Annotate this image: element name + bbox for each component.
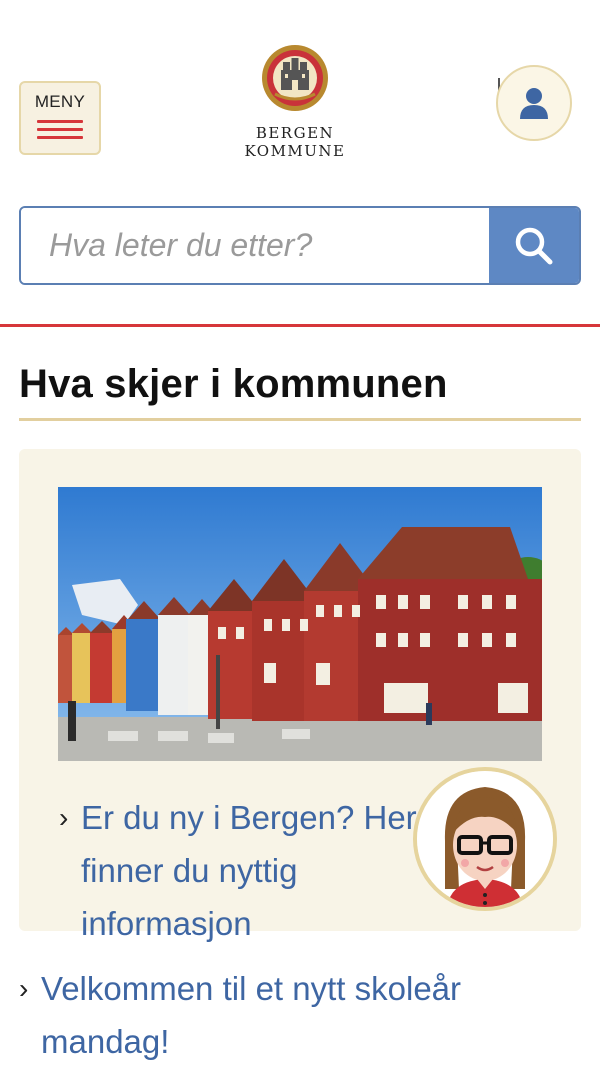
chevron-right-icon: ›	[59, 802, 69, 833]
search-input[interactable]	[21, 208, 489, 283]
user-icon	[520, 88, 548, 119]
hamburger-icon	[37, 120, 83, 144]
search-icon	[515, 227, 553, 264]
news-link-text: Velkommen til et nytt skoleår mandag!	[41, 970, 462, 1060]
featured-link[interactable]: › Er du ny i Bergen? Her finner du nytti…	[59, 791, 419, 950]
featured-image[interactable]	[58, 487, 542, 761]
brand-name: BERGEN	[255, 124, 335, 142]
section-title: Hva skjer i kommunen	[19, 362, 448, 406]
menu-button[interactable]: MENY	[19, 81, 101, 155]
menu-label: MENY	[34, 92, 86, 111]
search-form	[19, 206, 581, 285]
featured-link-text: Er du ny i Bergen? Her finner du nyttig …	[81, 799, 417, 942]
news-link[interactable]: › Velkommen til et nytt skoleår mandag!	[19, 962, 559, 1065]
search-button[interactable]	[489, 208, 579, 283]
user-button[interactable]	[496, 65, 572, 141]
site-logo[interactable]: BERGEN KOMMUNE	[240, 44, 350, 160]
site-header: MENY BERGEN KOMMUNE	[0, 0, 600, 190]
assistant-avatar-icon	[417, 771, 553, 907]
coat-of-arms-icon	[262, 45, 328, 111]
brand-subtitle: KOMMUNE	[244, 142, 346, 160]
chat-assistant-avatar[interactable]	[413, 767, 557, 911]
header-divider	[0, 324, 600, 327]
chevron-right-icon: ›	[19, 973, 29, 1004]
section-underline	[19, 418, 581, 421]
